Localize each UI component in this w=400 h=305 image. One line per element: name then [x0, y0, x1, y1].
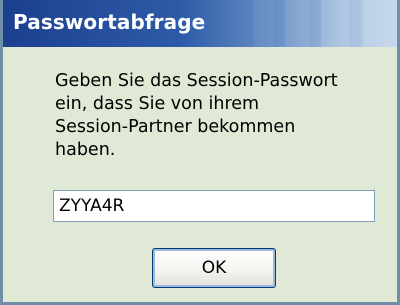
- title-bar-gradient-band: [285, 0, 309, 47]
- prompt-line: haben.: [55, 140, 116, 160]
- ok-button[interactable]: OK: [152, 248, 276, 288]
- prompt-message: Geben Sie das Session-Passwort ein, dass…: [55, 70, 385, 162]
- title-bar-gradient-band: [321, 0, 349, 47]
- title-bar-gradient-band: [363, 0, 397, 47]
- session-password-input[interactable]: [53, 190, 375, 222]
- prompt-line: ein, dass Sie von ihrem: [55, 94, 260, 114]
- title-bar-gradient-band: [253, 0, 273, 47]
- prompt-line: Session-Partner bekommen: [55, 117, 296, 137]
- window-title: Passwortabfrage: [13, 10, 206, 34]
- prompt-line: Geben Sie das Session-Passwort: [55, 71, 338, 91]
- title-bar[interactable]: Passwortabfrage: [3, 0, 397, 47]
- password-dialog: Passwortabfrage Geben Sie das Session-Pa…: [0, 0, 400, 305]
